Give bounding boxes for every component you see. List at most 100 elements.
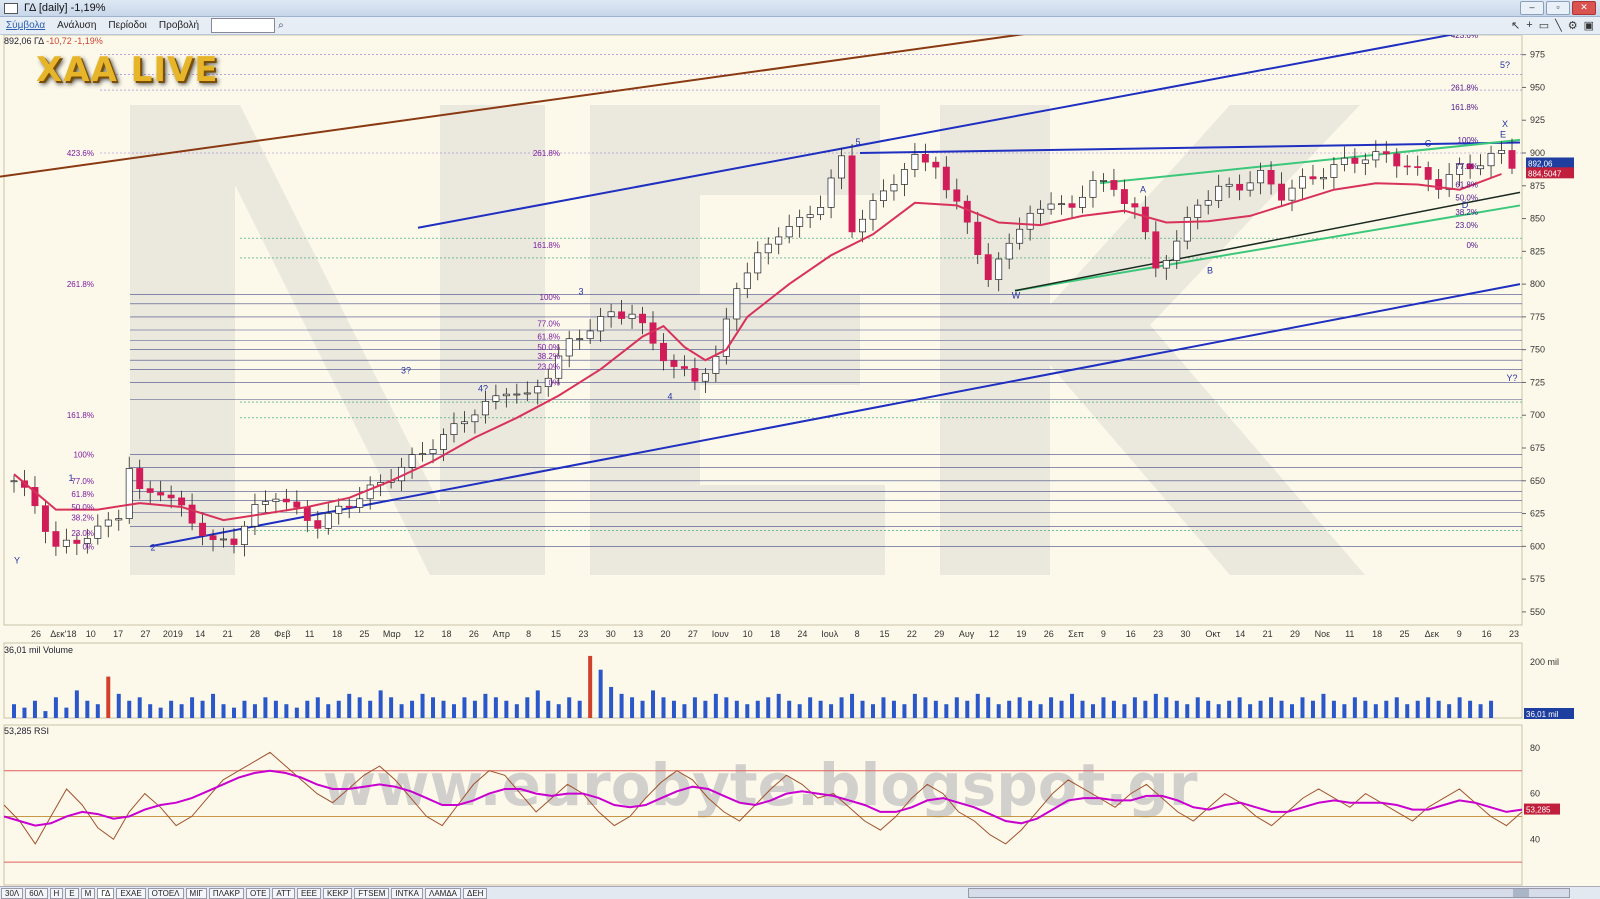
y-tick-label: 725: [1530, 377, 1545, 387]
x-tick-label: 25: [1400, 629, 1410, 639]
candle-body: [900, 169, 908, 185]
volume-bar: [546, 700, 551, 718]
symbol-tab[interactable]: ΚΕΚΡ: [322, 887, 353, 899]
symbol-tab[interactable]: ΟΤΟΕΛ: [147, 887, 184, 899]
save-icon[interactable]: ▣: [1584, 19, 1594, 32]
volume-bar: [1164, 697, 1169, 718]
x-tick-label: 29: [934, 629, 944, 639]
volume-bar: [588, 655, 593, 718]
horizontal-scrollbar[interactable]: [968, 888, 1570, 898]
symbol-tab[interactable]: Ε: [65, 887, 79, 899]
price-chart[interactable]: www.eurobyte.blogspot.gr 550 575 600 625 650 6…: [0, 35, 1600, 886]
xaa-live-logo: XAA LIVE: [36, 50, 219, 90]
candle-body: [62, 539, 70, 547]
candle-body: [1005, 242, 1013, 260]
volume-bar: [431, 697, 436, 718]
menu-item-analysis[interactable]: Ανάλυση: [51, 20, 102, 31]
candle-body: [1026, 212, 1034, 230]
candle-body: [1246, 182, 1254, 191]
fib-label-right: 61.8%: [1455, 180, 1478, 189]
maximize-button[interactable]: ▫: [1546, 1, 1570, 15]
symbol-tab[interactable]: ΑΤΤ: [272, 887, 295, 899]
candle-body: [440, 434, 447, 450]
volume-tag: 36,01 mil: [1526, 710, 1559, 719]
volume-bar: [22, 707, 27, 718]
candle-body: [1204, 200, 1212, 206]
volume-bar: [1457, 697, 1462, 718]
volume-bar: [1342, 704, 1347, 718]
candle-body: [481, 401, 489, 416]
symbol-tab[interactable]: 60Λ: [25, 887, 48, 899]
candle-body: [995, 258, 1003, 280]
symbol-tab[interactable]: ΕΕΕ: [296, 887, 321, 899]
volume-bar: [1363, 700, 1368, 718]
symbol-tab[interactable]: Η: [49, 887, 64, 899]
fib-label-mid: 161.8%: [533, 241, 560, 250]
x-tick-label: 2019: [163, 629, 183, 639]
volume-bar: [1227, 700, 1232, 718]
volume-panel-label: 36,01 mil Volume: [4, 645, 74, 655]
y-tick-label: 875: [1530, 181, 1545, 191]
volume-bar: [776, 693, 781, 718]
volume-bar: [1415, 700, 1420, 718]
menu-item-symbols[interactable]: Σύμβολα: [0, 20, 51, 31]
symbol-tab[interactable]: ΜΙΓ: [185, 887, 207, 899]
fib-label-left: 161.8%: [67, 411, 94, 420]
candle-body: [324, 512, 332, 529]
candle-body: [743, 272, 751, 290]
symbol-tab[interactable]: ΛΑΜΔΑ: [424, 887, 461, 899]
volume-bar: [891, 700, 896, 718]
symbol-tab[interactable]: ΙΝΤΚΑ: [391, 887, 423, 899]
fib-label-mid: 23.0%: [537, 363, 560, 372]
menu-item-periods[interactable]: Περίοδοι: [102, 20, 153, 31]
menu-item-view[interactable]: Προβολή: [153, 20, 205, 31]
settings-icon[interactable]: ⚙: [1568, 19, 1578, 32]
candle-body: [660, 342, 667, 362]
menu-bar: Σύμβολα Ανάλυση Περίοδοι Προβολή ⌕ ↖ + ▭…: [0, 17, 1600, 35]
candle-body: [712, 356, 720, 374]
candle-body: [178, 497, 186, 506]
volume-bar: [1394, 697, 1399, 718]
volume-bar: [1049, 697, 1054, 718]
volume-bar: [745, 704, 750, 718]
symbol-tab[interactable]: 30Λ: [1, 887, 24, 899]
volume-bar: [74, 690, 79, 718]
candle-body: [419, 453, 427, 456]
x-tick-label: 26: [469, 629, 479, 639]
search-icon[interactable]: ⌕: [278, 20, 288, 31]
fib-label-mid: 61.8%: [537, 333, 560, 342]
volume-bar: [12, 704, 16, 718]
y-tick-label: 950: [1530, 82, 1545, 92]
candle-body: [303, 506, 311, 521]
wave-label: C: [1425, 138, 1432, 148]
wave-label: 4: [667, 391, 672, 401]
volume-bar: [1101, 697, 1106, 718]
line-tool-icon[interactable]: ╲: [1555, 19, 1562, 32]
symbol-tab[interactable]: Μ: [80, 887, 96, 899]
crosshair-icon[interactable]: +: [1526, 19, 1532, 32]
symbol-tab[interactable]: ΠΛΑΚΡ: [208, 887, 244, 899]
volume-bar: [1216, 704, 1221, 718]
rsi-panel-label: 53,285 RSI: [4, 726, 50, 736]
x-tick-label: 8: [526, 629, 531, 639]
rectangle-icon[interactable]: ▭: [1539, 19, 1549, 32]
candle-body: [911, 153, 919, 170]
symbol-tab[interactable]: FTSEM: [354, 887, 390, 899]
volume-bar: [242, 700, 247, 718]
symbol-tab[interactable]: ΓΔ: [97, 887, 115, 899]
symbol-tab[interactable]: ΕΧΑΕ: [116, 887, 146, 899]
candle-body: [639, 313, 647, 324]
volume-bar: [368, 700, 373, 718]
symbol-search-input[interactable]: [211, 18, 276, 33]
fib-label-mid: 100%: [540, 293, 560, 302]
close-button[interactable]: ✕: [1572, 1, 1596, 15]
volume-bar: [420, 693, 425, 718]
volume-bar: [1258, 700, 1263, 718]
cursor-icon[interactable]: ↖: [1511, 19, 1520, 32]
candle-body: [471, 414, 479, 423]
volume-bar: [514, 704, 519, 718]
symbol-tab[interactable]: ΔΕΗ: [463, 887, 488, 899]
minimize-button[interactable]: –: [1520, 1, 1544, 15]
symbol-tab[interactable]: ΟΤΕ: [245, 887, 271, 899]
y-tick-label: 925: [1530, 115, 1545, 125]
